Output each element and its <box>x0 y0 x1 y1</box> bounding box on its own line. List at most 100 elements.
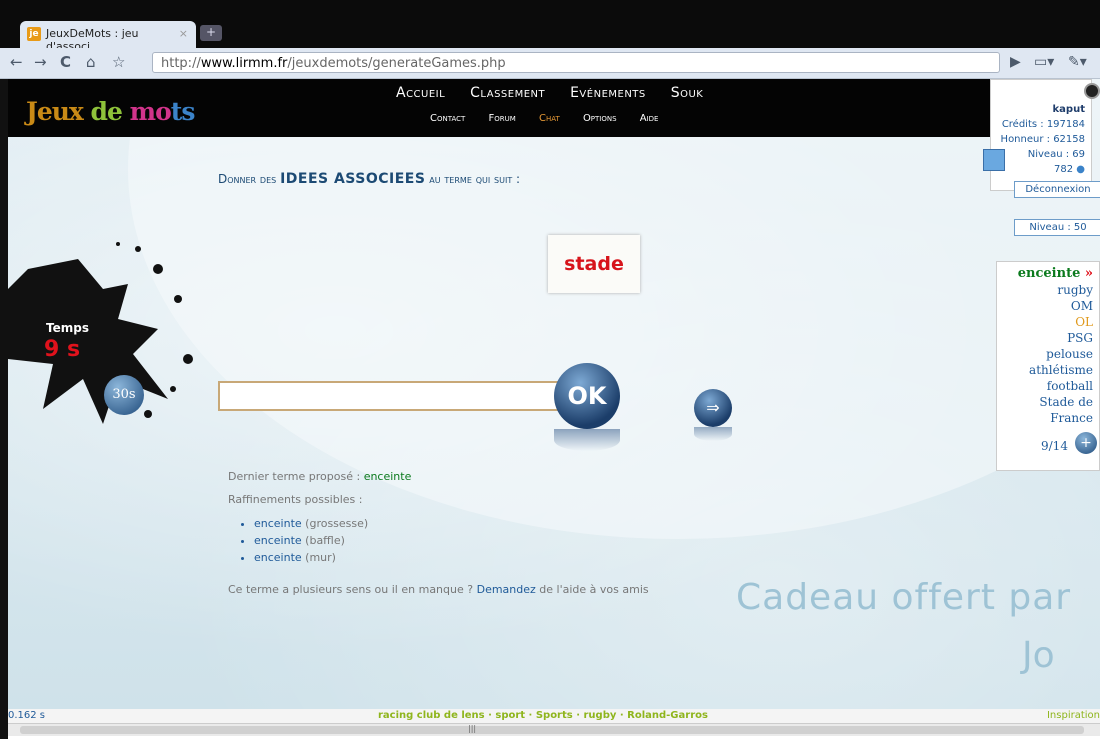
refinements-list: enceinte (grossesse) enceinte (baffle) e… <box>234 515 368 566</box>
horizontal-scrollbar[interactable]: ||| <box>8 723 1100 736</box>
logo-part-2: de <box>82 97 130 126</box>
back-icon[interactable]: ← <box>10 53 23 71</box>
inspiration-link[interactable]: Inspiration <box>1047 710 1100 721</box>
nav-forum[interactable]: Forum <box>488 113 515 124</box>
user-panel: kaput Crédits : 197184 Honneur : 62158 N… <box>990 79 1092 191</box>
user-niveau: Niveau : 69 <box>1027 149 1085 160</box>
nav-evenements[interactable]: Evénements <box>570 85 646 101</box>
last-term-label: Dernier terme proposé : <box>228 470 364 483</box>
user-coins-row: 782 ● <box>991 162 1085 177</box>
association-item: football <box>1046 379 1093 393</box>
nav-souk[interactable]: Souk <box>671 85 704 101</box>
game-prompt: Donner des IDEES ASSOCIEES au terme qui … <box>218 171 520 187</box>
browser-toolbar: ← → C ⌂ ☆ http://www.lirmm.fr/jeuxdemots… <box>0 48 1100 79</box>
association-item: athlétisme <box>1029 363 1093 377</box>
associations-more-button[interactable]: + <box>1075 432 1097 454</box>
help-link[interactable]: Demandez <box>477 583 536 596</box>
logo-part-1: Jeux <box>26 97 84 126</box>
new-tab-button[interactable]: + <box>200 25 222 41</box>
sub-nav: Contact Forum Chat Options Aide <box>430 113 678 124</box>
game-page: Jeux de mots Accueil Classement Evénemen… <box>8 79 1100 709</box>
scrollbar-thumb[interactable] <box>20 726 1084 734</box>
home-icon[interactable]: ⌂ <box>86 53 96 71</box>
next-arrow-button[interactable]: ⇒ <box>694 389 732 427</box>
play-icon[interactable]: ▶ <box>1010 54 1021 70</box>
url-host: www.lirmm.fr <box>200 56 288 71</box>
logo-part-3: mo <box>129 97 172 126</box>
user-honneur: Honneur : 62158 <box>1000 134 1085 145</box>
page-footer: 0.162 s racing club de lens · sport · Sp… <box>8 709 1100 723</box>
gift-text: Cadeau offert par <box>736 577 1072 618</box>
prompt-suffix: au terme qui suit : <box>429 172 521 186</box>
association-item: pelouse <box>1046 347 1093 361</box>
username[interactable]: kaput <box>991 102 1085 117</box>
ok-button-reflection <box>554 429 620 451</box>
prompt-bold: IDEES ASSOCIEES <box>280 171 426 187</box>
last-term-value[interactable]: enceinte <box>364 470 412 483</box>
gift-icon[interactable] <box>983 149 1005 171</box>
ok-button[interactable]: OK <box>554 363 620 429</box>
association-item: OL <box>1075 315 1093 329</box>
forward-icon[interactable]: → <box>34 53 47 71</box>
association-item: Stade de France <box>1039 395 1093 425</box>
help-suffix: de l'aide à vos amis <box>535 583 649 596</box>
help-line: Ce terme a plusieurs sens ou il en manqu… <box>228 583 649 596</box>
nav-options[interactable]: Options <box>583 113 617 124</box>
address-bar[interactable]: http://www.lirmm.fr/jeuxdemots/generateG… <box>152 52 1000 73</box>
answer-input[interactable] <box>218 381 564 411</box>
prompt-prefix: Donner des <box>218 172 277 186</box>
wrench-menu-icon[interactable]: ✎▾ <box>1068 54 1087 70</box>
user-coins: 782 <box>1053 164 1074 175</box>
logo-part-4: ts <box>170 97 196 126</box>
nav-classement[interactable]: Classement <box>470 85 545 101</box>
url-path: /jeuxdemots/generateGames.php <box>287 56 506 71</box>
timer-value: 9 s <box>44 337 81 362</box>
main-nav: Accueil Classement Evénements Souk <box>396 85 723 101</box>
window-left-edge <box>0 79 8 739</box>
gift-giver: Jo <box>1022 635 1055 676</box>
level-box: Niveau : 50 <box>1014 219 1100 236</box>
site-header: Jeux de mots Accueil Classement Evénemen… <box>8 79 990 137</box>
nav-accueil[interactable]: Accueil <box>396 85 445 101</box>
associations-arrow: » <box>1084 266 1093 281</box>
footer-links[interactable]: racing club de lens · sport · Sports · r… <box>378 710 708 721</box>
refinement-gloss: (baffle) <box>301 534 345 547</box>
logout-button[interactable]: Déconnexion <box>1014 181 1100 198</box>
url-prefix: http:// <box>161 56 201 71</box>
associations-head[interactable]: enceinte » <box>997 266 1093 282</box>
scrollbar-grip-icon: ||| <box>468 724 477 733</box>
refinement-term: enceinte <box>254 534 302 547</box>
refinement-term: enceinte <box>254 517 302 530</box>
reload-icon[interactable]: C <box>60 53 71 71</box>
associations-head-term: enceinte <box>1017 266 1081 281</box>
tab-jeuxdemots[interactable]: je JeuxDeMots : jeu d'associ... × <box>20 21 196 53</box>
tab-close-icon[interactable]: × <box>179 27 188 40</box>
help-prefix: Ce terme a plusieurs sens ou il en manqu… <box>228 583 477 596</box>
nav-contact[interactable]: Contact <box>430 113 465 124</box>
refinement-gloss: (mur) <box>301 551 336 564</box>
nav-aide[interactable]: Aide <box>640 113 659 124</box>
page-menu-icon[interactable]: ▭▾ <box>1034 54 1054 70</box>
refinement-item[interactable]: enceinte (mur) <box>254 549 368 566</box>
user-credits: Crédits : 197184 <box>1001 119 1085 130</box>
target-term-card: stade <box>548 235 640 293</box>
settings-icon[interactable] <box>1084 83 1100 99</box>
association-item: rugby <box>1057 283 1093 297</box>
bookmark-star-icon[interactable]: ☆ <box>112 53 125 71</box>
bonus-time-button[interactable]: 30s <box>104 375 144 415</box>
nav-chat[interactable]: Chat <box>539 113 560 124</box>
refinement-item[interactable]: enceinte (grossesse) <box>254 515 368 532</box>
favicon-icon: je <box>27 27 41 41</box>
tab-bar: je JeuxDeMots : jeu d'associ... × + <box>0 0 1100 53</box>
associations-panel: enceinte » rugby OM OL PSG pelouse athlé… <box>996 261 1100 471</box>
association-item: PSG <box>1067 331 1093 345</box>
last-term-line: Dernier terme proposé : enceinte <box>228 470 411 483</box>
refinement-item[interactable]: enceinte (baffle) <box>254 532 368 549</box>
site-logo[interactable]: Jeux de mots <box>26 97 196 126</box>
next-button-reflection <box>694 427 732 441</box>
refinements-label: Raffinements possibles : <box>228 493 363 506</box>
timer-label: Temps <box>46 321 89 335</box>
render-time: 0.162 s <box>8 710 46 721</box>
associations-count: 9/14 <box>1041 439 1068 453</box>
refinement-term: enceinte <box>254 551 302 564</box>
